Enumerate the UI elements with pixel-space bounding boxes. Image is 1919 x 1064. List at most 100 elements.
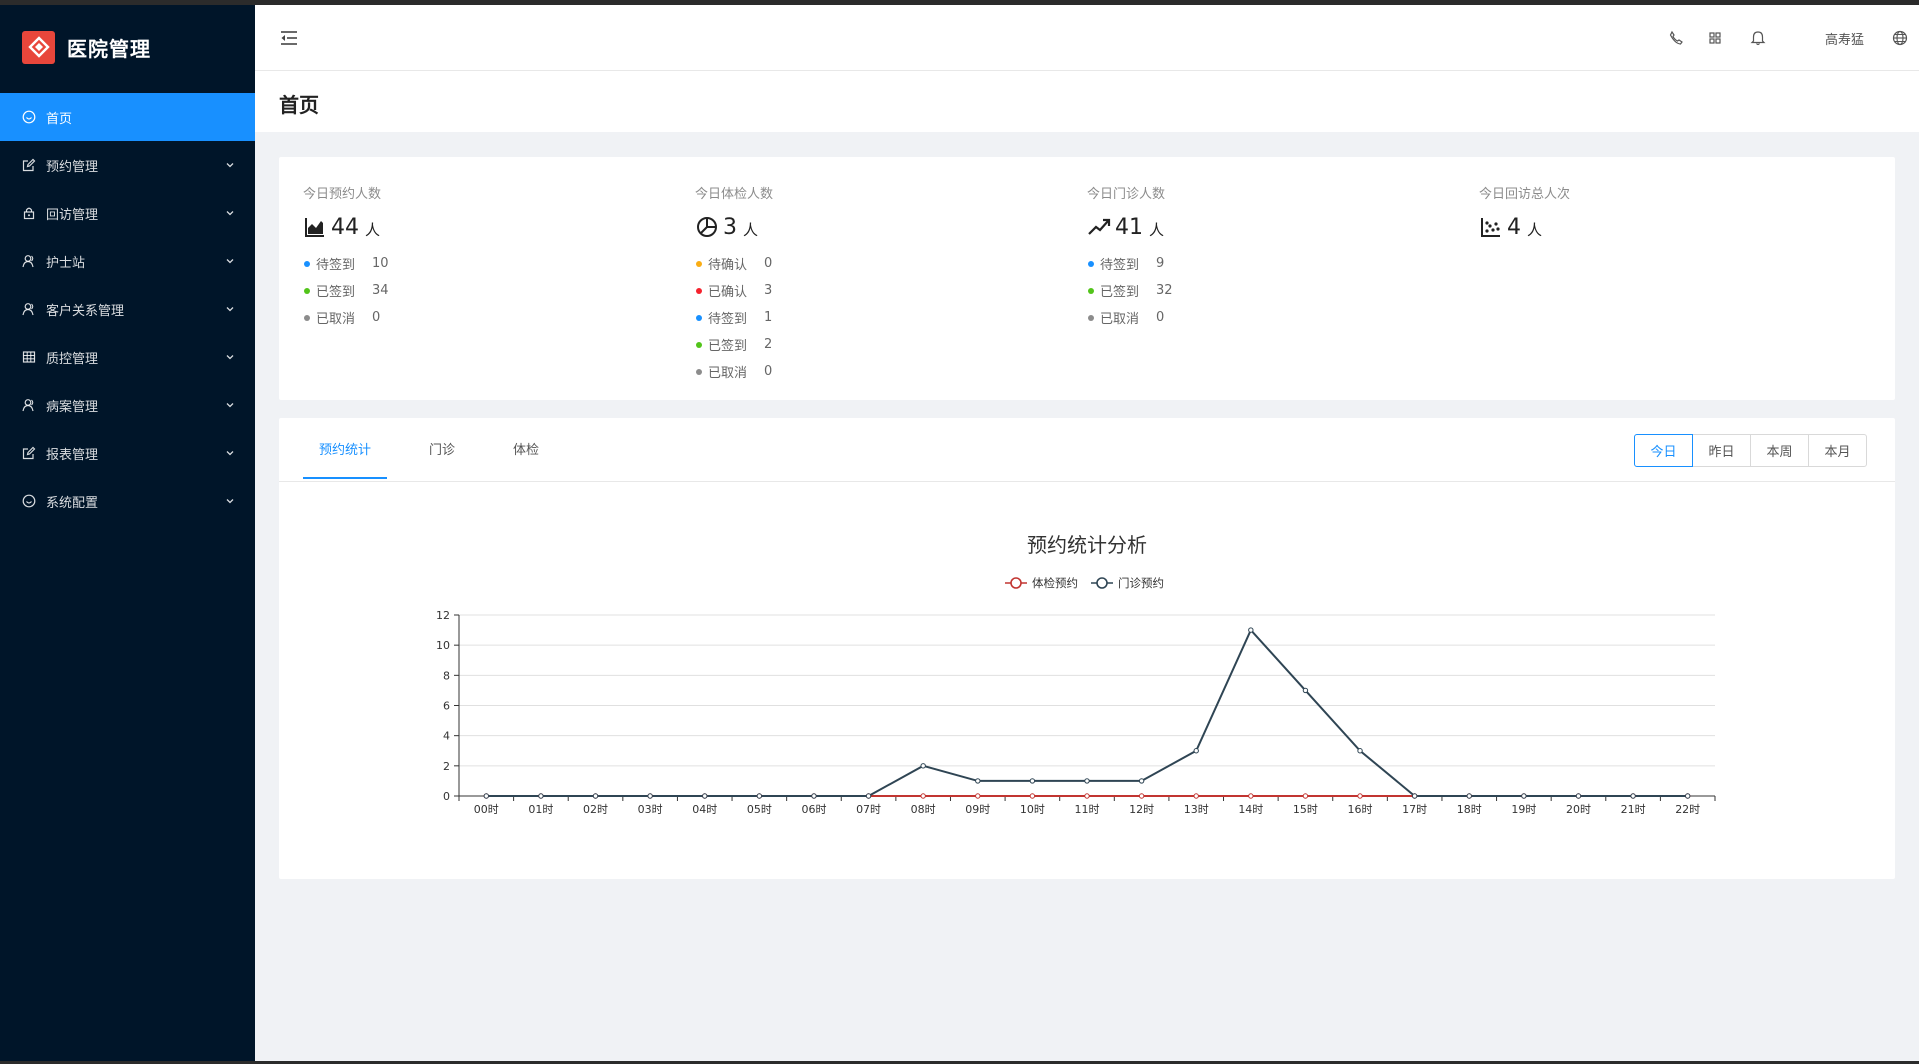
chevron-down-icon [225, 208, 235, 218]
status-dot [696, 260, 702, 267]
sidebar-item-4[interactable]: 客户关系管理 [0, 285, 255, 333]
breakdown-label: 已确认 [708, 285, 748, 300]
data-point [483, 793, 490, 799]
pie-chart-icon [695, 215, 719, 239]
data-point [1575, 793, 1582, 799]
stat-unit: 人 [1149, 221, 1165, 239]
x-tick-label: 11时 [1075, 803, 1100, 816]
breakdown-value: 34 [372, 283, 389, 298]
data-point [1193, 793, 1199, 799]
stat-block-3: 今日回访总人次 4 人 [1479, 183, 1869, 250]
data-point [975, 778, 981, 784]
status-dot [696, 341, 702, 348]
status-dot [1088, 287, 1094, 294]
sidebar-item-7[interactable]: 报表管理 [0, 429, 255, 477]
data-point [756, 793, 763, 799]
appointment-line-chart: 预约统计分析体检预约 门诊预约 0 2 4 6 8 10 12 00时 01时 02时 03时 04时 05… [436, 533, 1716, 816]
x-tick-label: 19时 [1511, 803, 1536, 816]
x-tick-label: 00时 [474, 803, 499, 816]
breakdown-label: 已签到 [708, 339, 748, 354]
data-point [975, 793, 981, 799]
x-tick-label: 12时 [1129, 803, 1154, 816]
data-point [1357, 793, 1363, 799]
stat-value-row: 41 人 [1087, 212, 1477, 242]
menu-fold-icon[interactable] [279, 29, 299, 47]
tab-2[interactable]: 体检 [497, 418, 555, 481]
sidebar-item-label: 病案管理 [46, 399, 99, 415]
data-point [1084, 793, 1090, 799]
range-button-3[interactable]: 本月 [1808, 434, 1867, 467]
lock-icon [22, 206, 36, 220]
logo[interactable]: 医院管理 [0, 5, 255, 89]
sidebar-item-1[interactable]: 预约管理 [0, 141, 255, 189]
range-button-0[interactable]: 今日 [1634, 434, 1693, 467]
chevron-down-icon [225, 256, 235, 266]
stat-unit: 人 [365, 221, 381, 239]
sidebar: 医院管理 首页预约管理 回访管理 护士站 客户关系管理 质控管理病案管理报表管理 系统配置 [0, 5, 255, 1061]
chevron-down-icon [225, 304, 235, 314]
data-point [920, 793, 926, 799]
sidebar-item-0[interactable]: 首页 [0, 93, 255, 141]
legend-marker [1010, 577, 1022, 589]
chevron-down-icon [225, 496, 235, 506]
status-dot [1088, 260, 1094, 267]
globe-icon[interactable] [1892, 30, 1908, 46]
page-header: 首页 [255, 71, 1919, 132]
stat-block-2: 今日门诊人数 41 人待签到 9 已签到 32 已取消 0 [1087, 183, 1477, 331]
bell-icon[interactable] [1750, 30, 1766, 46]
x-tick-label: 01时 [528, 803, 553, 816]
apps-icon[interactable] [1707, 30, 1723, 46]
x-tick-label: 02时 [583, 803, 608, 816]
breakdown-label: 已取消 [316, 312, 356, 327]
breakdown-label: 待签到 [1100, 258, 1140, 273]
phone-icon[interactable] [1668, 30, 1684, 46]
sidebar-item-2[interactable]: 回访管理 [0, 189, 255, 237]
breakdown-value: 3 [764, 283, 773, 298]
x-tick-label: 18时 [1457, 803, 1482, 816]
y-tick-label: 6 [443, 700, 450, 713]
series-line-1 [486, 628, 1688, 797]
sidebar-item-5[interactable]: 质控管理 [0, 333, 255, 381]
x-tick-label: 14时 [1238, 803, 1263, 816]
stat-breakdown: 待签到 9 已签到 32 已取消 0 [1087, 250, 1477, 331]
status-dot [304, 314, 310, 321]
x-tick-label: 05时 [747, 803, 772, 816]
edit-icon [22, 446, 36, 460]
chart-tabs: 预约统计 门诊 体检 [303, 418, 581, 481]
stat-label: 今日体检人数 [695, 187, 774, 202]
stat-breakdown-item: 已签到 34 [303, 277, 693, 304]
tab-1[interactable]: 门诊 [413, 418, 471, 481]
stat-unit: 人 [1527, 221, 1543, 239]
status-dot [1088, 314, 1094, 321]
data-point [538, 793, 544, 799]
stat-breakdown-item: 待签到 1 [695, 304, 1085, 331]
tab-0[interactable]: 预约统计 [303, 418, 388, 481]
dashboard-icon [22, 110, 36, 124]
data-point [647, 793, 653, 799]
data-point [592, 793, 599, 799]
data-point [811, 793, 817, 799]
stat-breakdown-item: 已取消 0 [1087, 304, 1477, 331]
date-range-group: 今日 昨日 本周 本月 [1634, 434, 1867, 467]
chevron-down-icon [225, 352, 235, 362]
breakdown-value: 1 [764, 310, 773, 325]
sidebar-item-label: 首页 [46, 111, 73, 127]
x-tick-label: 06时 [801, 803, 826, 816]
app-title: 医院管理 [67, 36, 151, 61]
sidebar-item-3[interactable]: 护士站 [0, 237, 255, 285]
range-button-1[interactable]: 昨日 [1692, 434, 1751, 467]
x-tick-label: 04时 [692, 803, 717, 816]
stat-label: 今日门诊人数 [1087, 187, 1166, 202]
sidebar-item-8[interactable]: 系统配置 [0, 477, 255, 525]
data-point [1521, 793, 1527, 799]
y-tick-label: 12 [436, 609, 450, 622]
x-tick-label: 03时 [638, 803, 663, 816]
range-button-2[interactable]: 本周 [1750, 434, 1809, 467]
legend-label: 体检预约 [1032, 576, 1078, 590]
stat-label: 今日预约人数 [303, 187, 382, 202]
sidebar-item-6[interactable]: 病案管理 [0, 381, 255, 429]
logo-icon [22, 30, 55, 64]
page-title: 首页 [279, 93, 319, 117]
user-name[interactable]: 高寿猛 [1825, 29, 1864, 48]
stat-block-1: 今日体检人数 3 人待确认 0 已确认 3 待签到 1 已签到 2 已取消 0 [695, 183, 1085, 385]
